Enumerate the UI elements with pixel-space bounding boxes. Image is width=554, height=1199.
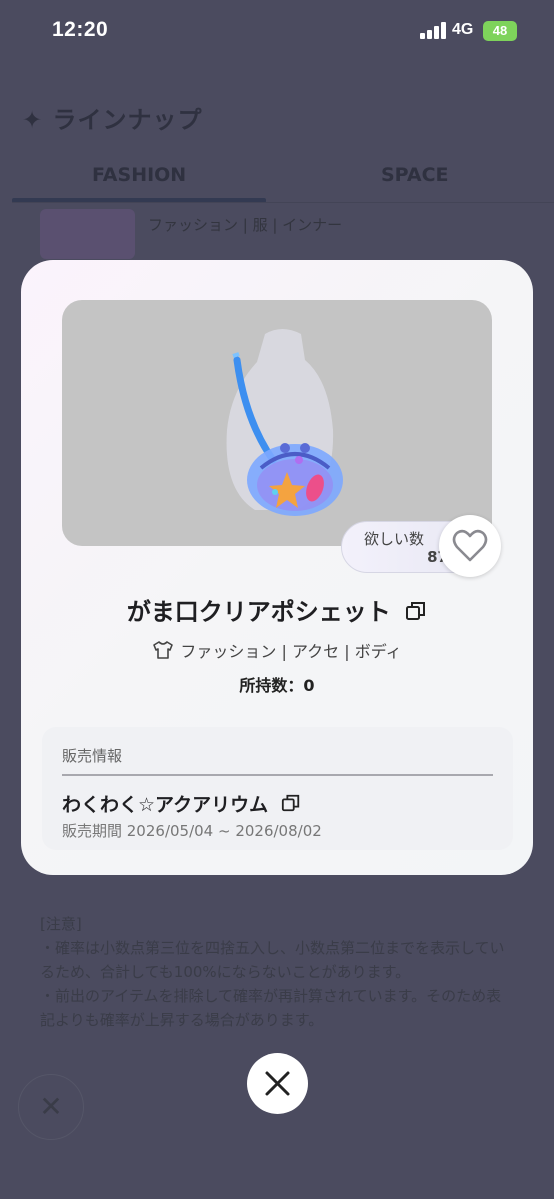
network-type: 4G (452, 21, 474, 38)
battery-level: 48 (492, 23, 508, 38)
battery-icon: 48 (483, 21, 517, 41)
shirt-icon (152, 640, 174, 664)
tab-space[interactable]: SPACE (381, 164, 449, 186)
pochette-illustration (226, 329, 343, 516)
sale-info-box: 販売情報 わくわく☆アクアリウム 販売期間 2026/05/04 ~ 2026/… (42, 727, 513, 850)
copy-icon[interactable] (281, 793, 301, 818)
notes-line: ・前出のアイテムを排除して確率が再計算されています。そのため表記よりも確率が上昇… (40, 987, 502, 1029)
copy-icon[interactable] (405, 600, 427, 628)
notes-title: [注意] (40, 915, 82, 933)
item-thumbnail[interactable] (40, 209, 135, 259)
sale-info-header: 販売情報 (62, 747, 123, 765)
cellular-signal-icon (420, 22, 446, 39)
sale-event-name: わくわく☆アクアリウム (62, 794, 269, 816)
item-image (62, 300, 492, 546)
background-close-button: ✕ (18, 1074, 84, 1140)
item-title: がま口クリアポシェット (21, 592, 533, 628)
item-category: ファッション | 服 | インナー (148, 216, 343, 234)
lineup-heading: ✦ ラインナップ (22, 106, 203, 134)
item-category-row: ファッション | アクセ | ボディ (21, 638, 533, 664)
item-name: がま口クリアポシェット (126, 598, 391, 626)
notes: [注意] ・確率は小数点第三位を四捨五入し、小数点第二位までを表示しているため、… (40, 912, 510, 1032)
sale-period: 販売期間 2026/05/04 ~ 2026/08/02 (62, 822, 322, 840)
close-icon: ✕ (39, 1090, 63, 1123)
tab-fashion[interactable]: FASHION (92, 164, 186, 186)
status-time: 12:20 (52, 18, 109, 41)
item-detail-modal: 欲しい数 87 がま口クリアポシェット ファッション | アクセ | ボディ 所… (21, 260, 533, 875)
notes-line: ・確率は小数点第三位を四捨五入し、小数点第二位までを表示しているため、合計しても… (40, 939, 505, 981)
tab-divider (12, 202, 554, 203)
wish-button[interactable] (439, 515, 501, 577)
close-button[interactable] (247, 1053, 308, 1114)
heart-outline-icon (452, 529, 488, 562)
close-icon (265, 1071, 290, 1096)
owned-count: 所持数：0 (239, 676, 315, 695)
sale-divider (62, 774, 493, 776)
wish-label: 欲しい数 (364, 530, 425, 548)
status-bar: 12:20 4G 48 (0, 0, 554, 64)
item-category: ファッション | アクセ | ボディ (180, 642, 402, 661)
sale-event: わくわく☆アクアリウム (62, 790, 301, 818)
